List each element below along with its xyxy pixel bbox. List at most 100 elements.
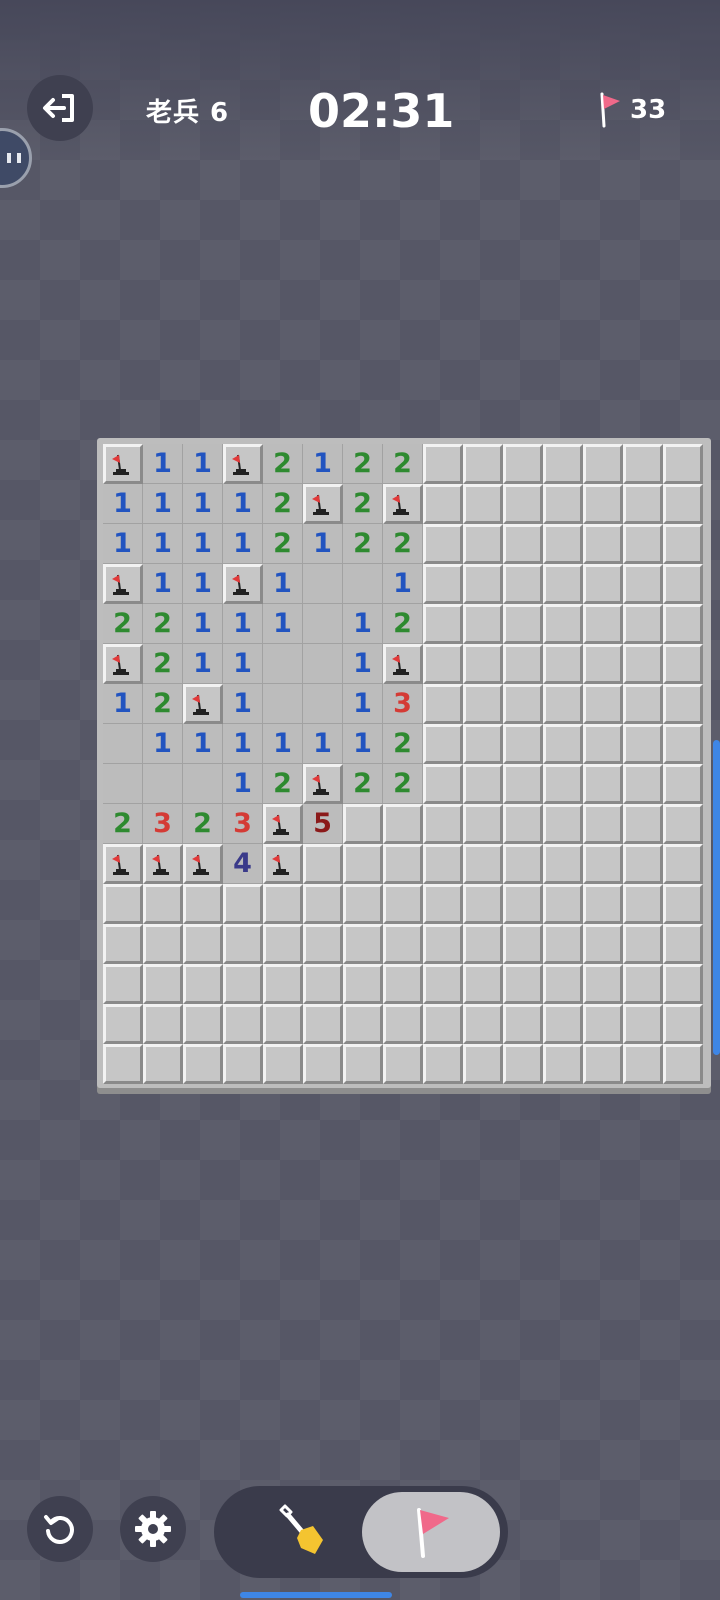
number-cell[interactable]: 1 [223, 644, 263, 684]
closed-cell[interactable] [503, 964, 543, 1004]
closed-cell[interactable] [583, 884, 623, 924]
closed-cell[interactable] [423, 1044, 463, 1084]
closed-cell[interactable] [423, 524, 463, 564]
number-cell[interactable]: 3 [383, 684, 423, 724]
closed-cell[interactable] [423, 484, 463, 524]
closed-cell[interactable] [463, 1044, 503, 1084]
number-cell[interactable]: 3 [223, 804, 263, 844]
closed-cell[interactable] [423, 1004, 463, 1044]
number-cell[interactable]: 1 [183, 484, 223, 524]
closed-cell[interactable] [423, 804, 463, 844]
scrollbar[interactable] [713, 740, 720, 1055]
closed-cell[interactable] [583, 804, 623, 844]
closed-cell[interactable] [623, 644, 663, 684]
closed-cell[interactable] [423, 724, 463, 764]
number-cell[interactable]: 1 [223, 724, 263, 764]
closed-cell[interactable] [543, 964, 583, 1004]
closed-cell[interactable] [543, 884, 583, 924]
closed-cell[interactable] [583, 444, 623, 484]
number-cell[interactable]: 1 [183, 564, 223, 604]
closed-cell[interactable] [663, 564, 703, 604]
closed-cell[interactable] [663, 804, 703, 844]
closed-cell[interactable] [503, 484, 543, 524]
closed-cell[interactable] [663, 844, 703, 884]
closed-cell[interactable] [543, 564, 583, 604]
number-cell[interactable]: 1 [263, 604, 303, 644]
flagged-cell[interactable] [303, 764, 343, 804]
closed-cell[interactable] [623, 844, 663, 884]
closed-cell[interactable] [463, 844, 503, 884]
flagged-cell[interactable] [183, 684, 223, 724]
number-cell[interactable]: 2 [383, 524, 423, 564]
closed-cell[interactable] [343, 884, 383, 924]
closed-cell[interactable] [583, 1044, 623, 1084]
closed-cell[interactable] [503, 444, 543, 484]
closed-cell[interactable] [463, 1004, 503, 1044]
number-cell[interactable]: 2 [343, 484, 383, 524]
closed-cell[interactable] [623, 1004, 663, 1044]
closed-cell[interactable] [503, 844, 543, 884]
closed-cell[interactable] [383, 924, 423, 964]
number-cell[interactable]: 1 [143, 444, 183, 484]
empty-cell[interactable] [343, 564, 383, 604]
exit-button[interactable] [27, 75, 93, 141]
settings-button[interactable] [120, 1496, 186, 1562]
closed-cell[interactable] [263, 964, 303, 1004]
closed-cell[interactable] [423, 444, 463, 484]
flagged-cell[interactable] [103, 644, 143, 684]
closed-cell[interactable] [663, 884, 703, 924]
number-cell[interactable]: 1 [103, 484, 143, 524]
closed-cell[interactable] [663, 604, 703, 644]
closed-cell[interactable] [303, 964, 343, 1004]
closed-cell[interactable] [663, 444, 703, 484]
number-cell[interactable]: 2 [103, 604, 143, 644]
flagged-cell[interactable] [263, 844, 303, 884]
closed-cell[interactable] [623, 524, 663, 564]
closed-cell[interactable] [663, 724, 703, 764]
closed-cell[interactable] [103, 1044, 143, 1084]
closed-cell[interactable] [263, 1044, 303, 1084]
empty-cell[interactable] [103, 764, 143, 804]
closed-cell[interactable] [223, 1044, 263, 1084]
number-cell[interactable]: 1 [383, 564, 423, 604]
empty-cell[interactable] [303, 644, 343, 684]
closed-cell[interactable] [503, 684, 543, 724]
closed-cell[interactable] [583, 724, 623, 764]
closed-cell[interactable] [423, 684, 463, 724]
closed-cell[interactable] [623, 1044, 663, 1084]
empty-cell[interactable] [183, 764, 223, 804]
closed-cell[interactable] [303, 1004, 343, 1044]
closed-cell[interactable] [543, 1044, 583, 1084]
closed-cell[interactable] [583, 1004, 623, 1044]
number-cell[interactable]: 2 [143, 644, 183, 684]
closed-cell[interactable] [623, 444, 663, 484]
closed-cell[interactable] [463, 804, 503, 844]
number-cell[interactable]: 2 [343, 444, 383, 484]
number-cell[interactable]: 1 [343, 684, 383, 724]
closed-cell[interactable] [623, 884, 663, 924]
closed-cell[interactable] [463, 764, 503, 804]
closed-cell[interactable] [503, 884, 543, 924]
closed-cell[interactable] [463, 444, 503, 484]
closed-cell[interactable] [583, 844, 623, 884]
number-cell[interactable]: 4 [223, 844, 263, 884]
closed-cell[interactable] [463, 524, 503, 564]
closed-cell[interactable] [383, 804, 423, 844]
closed-cell[interactable] [503, 564, 543, 604]
closed-cell[interactable] [103, 884, 143, 924]
flagged-cell[interactable] [143, 844, 183, 884]
closed-cell[interactable] [303, 844, 343, 884]
closed-cell[interactable] [223, 1004, 263, 1044]
number-cell[interactable]: 1 [183, 724, 223, 764]
closed-cell[interactable] [343, 844, 383, 884]
closed-cell[interactable] [663, 644, 703, 684]
closed-cell[interactable] [543, 844, 583, 884]
closed-cell[interactable] [543, 524, 583, 564]
number-cell[interactable]: 1 [103, 684, 143, 724]
closed-cell[interactable] [623, 684, 663, 724]
closed-cell[interactable] [503, 524, 543, 564]
undo-button[interactable] [27, 1496, 93, 1562]
closed-cell[interactable] [143, 1004, 183, 1044]
number-cell[interactable]: 1 [183, 524, 223, 564]
number-cell[interactable]: 1 [343, 724, 383, 764]
